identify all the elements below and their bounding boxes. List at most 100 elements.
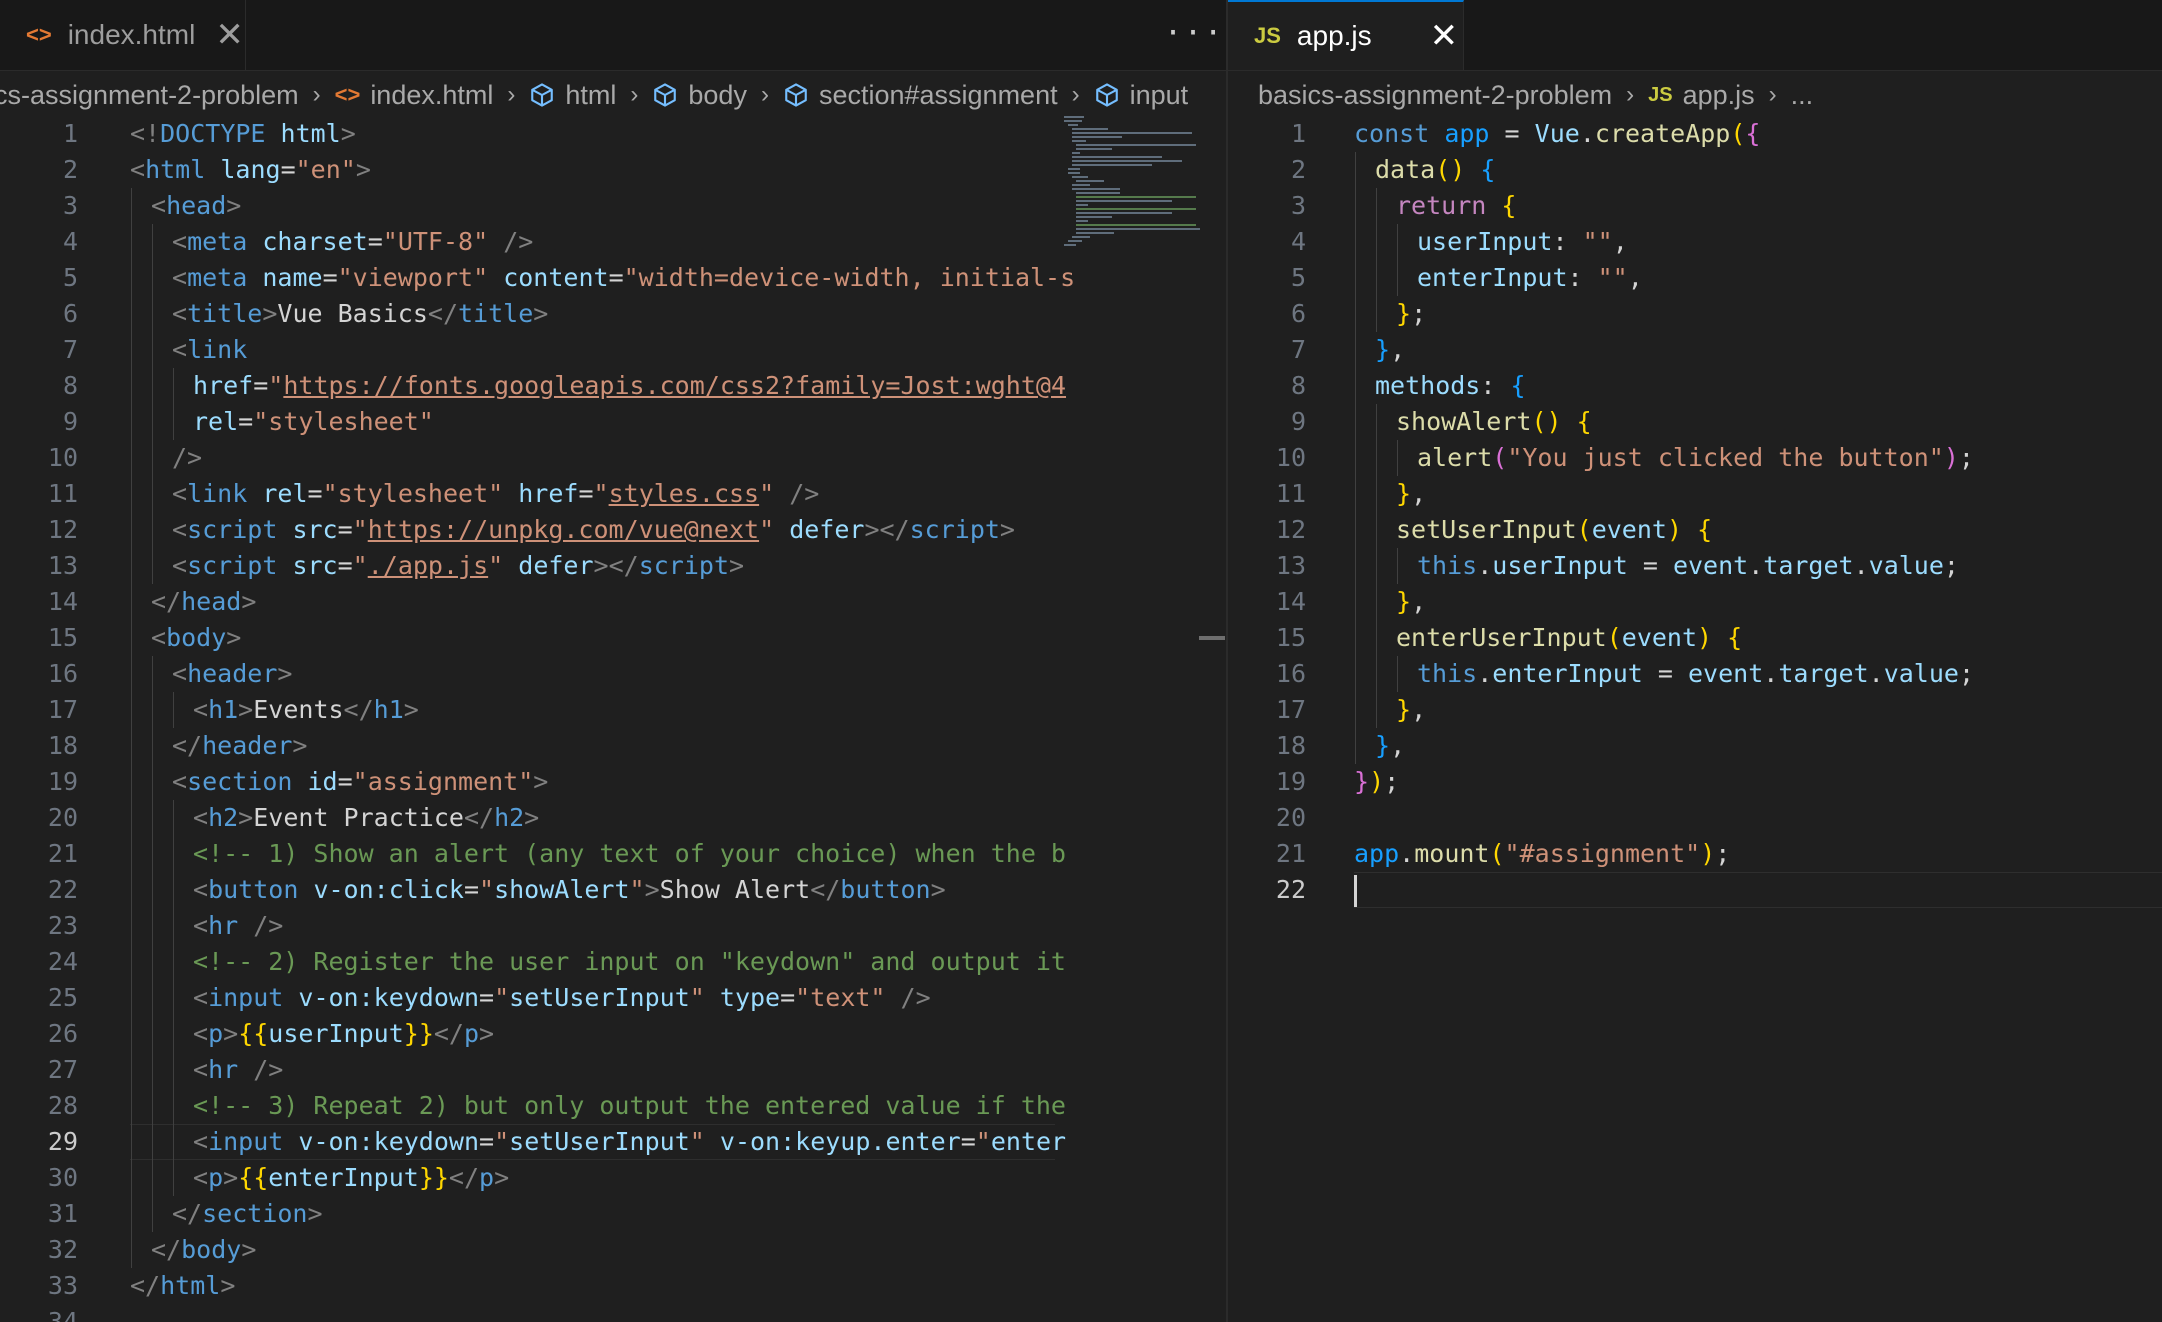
code-text: <h1>Events</h1> — [193, 695, 419, 724]
code-line[interactable]: 25 <input v-on:keydown="setUserInput" typ… — [0, 980, 1056, 1016]
line-number: 30 — [47, 1163, 78, 1192]
code-line[interactable]: 8 methods: { — [1228, 368, 2162, 404]
code-line[interactable]: 11 <link rel="stylesheet" href="styles.cs… — [0, 476, 1056, 512]
code-line[interactable]: 22 — [1228, 872, 2162, 908]
code-line[interactable]: 18}, — [1228, 728, 2162, 764]
code-line[interactable]: 9 rel="stylesheet" — [0, 404, 1056, 440]
code-line[interactable]: 34 — [0, 1304, 1056, 1322]
scrollbar-thumb[interactable] — [1199, 636, 1225, 640]
close-icon[interactable]: ✕ — [215, 18, 244, 52]
code-line[interactable]: 30 <p>{{enterInput}}</p> — [0, 1160, 1056, 1196]
code-line[interactable]: 33 </html> — [0, 1268, 1056, 1304]
code-line[interactable]: 4 <meta charset="UTF-8" /> — [0, 224, 1056, 260]
code-line[interactable]: 17 <h1>Events</h1> — [0, 692, 1056, 728]
code-text: <html lang="en"> — [130, 155, 371, 184]
indent-guide — [152, 476, 153, 512]
code-line[interactable]: 10 /> — [0, 440, 1056, 476]
code-text: }); — [1354, 767, 1400, 796]
indent-guide — [1376, 188, 1377, 224]
indent-guide — [1355, 476, 1356, 512]
indent-guide — [131, 368, 132, 404]
minimap[interactable] — [1060, 114, 1200, 1322]
code-line[interactable]: 11}, — [1228, 476, 2162, 512]
code-line[interactable]: 20 <h2>Event Practice</h2> — [0, 800, 1056, 836]
code-line[interactable]: 32 </body> — [0, 1232, 1056, 1268]
code-line[interactable]: 19 <section id="assignment"> — [0, 764, 1056, 800]
code-text: <meta name="viewport" content="width=dev… — [172, 263, 1076, 292]
indent-guide — [152, 368, 153, 404]
breadcrumb-item[interactable]: cs-assignment-2-problem — [0, 80, 299, 111]
code-line[interactable]: 12 setUserInput(event) { — [1228, 512, 2162, 548]
code-line[interactable]: 23 <hr /> — [0, 908, 1056, 944]
code-line[interactable]: 3 <head> — [0, 188, 1056, 224]
code-line[interactable]: 10 alert("You just clicked the button"); — [1228, 440, 2162, 476]
code-line[interactable]: 19}); — [1228, 764, 2162, 800]
breadcrumb-item[interactable]: ... — [1791, 80, 1814, 111]
code-line[interactable]: 17}, — [1228, 692, 2162, 728]
code-line[interactable]: 15 <body> — [0, 620, 1056, 656]
line-number: 13 — [47, 551, 78, 580]
code-text: <p>{{enterInput}}</p> — [193, 1163, 510, 1192]
code-line[interactable]: 22 <button v-on:click="showAlert">Show Al… — [0, 872, 1056, 908]
code-editor[interactable]: 1 const app = Vue.createApp({2 data() {3 re… — [1228, 116, 2162, 908]
code-line[interactable]: 21 <!-- 1) Show an alert (any text of you… — [0, 836, 1066, 872]
code-line[interactable]: 8 href="https://fonts.googleapis.com/css2… — [0, 368, 1066, 404]
line-number: 18 — [47, 731, 78, 760]
html-file-icon: <> — [26, 22, 52, 47]
code-line[interactable]: 13 <script src="./app.js" defer></script> — [0, 548, 1056, 584]
indent-guide — [1355, 656, 1356, 692]
breadcrumb-item[interactable]: html — [529, 80, 616, 111]
breadcrumb-item[interactable]: body — [652, 80, 747, 111]
code-editor[interactable]: 1 <!DOCTYPE html> 2 <html lang="en"> 3 <head>… — [0, 116, 1075, 1322]
code-line[interactable]: 14}, — [1228, 584, 2162, 620]
code-line[interactable]: 3 return { — [1228, 188, 2162, 224]
code-line[interactable]: 28 <!-- 3) Repeat 2) but only output the … — [0, 1088, 1066, 1124]
indent-guide — [131, 548, 132, 584]
code-line[interactable]: 2 <html lang="en"> — [0, 152, 1056, 188]
code-line[interactable]: 13 this.userInput = event.target.value; — [1228, 548, 2162, 584]
code-line[interactable]: 1 const app = Vue.createApp({ — [1228, 116, 2162, 152]
code-line[interactable]: 6}; — [1228, 296, 2162, 332]
breadcrumb-label: body — [688, 79, 747, 110]
code-line[interactable]: 26 <p>{{userInput}}</p> — [0, 1016, 1056, 1052]
code-line[interactable]: 15 enterUserInput(event) { — [1228, 620, 2162, 656]
code-line[interactable]: 18 </header> — [0, 728, 1056, 764]
indent-guide — [173, 1016, 174, 1052]
tab-app-js[interactable]: JS app.js ✕ — [1228, 0, 1464, 70]
code-line[interactable]: 4 userInput: "", — [1228, 224, 2162, 260]
indent-guide — [152, 296, 153, 332]
code-line[interactable]: 31 </section> — [0, 1196, 1056, 1232]
breadcrumb-item[interactable]: input — [1094, 80, 1188, 111]
code-line[interactable]: 5 enterInput: "", — [1228, 260, 2162, 296]
code-line[interactable]: 29 <input v-on:keydown="setUserInput" v-o… — [0, 1124, 1066, 1160]
tab-index-html[interactable]: <> index.html ✕ — [0, 0, 246, 70]
code-text: </body> — [151, 1235, 257, 1264]
line-number: 32 — [47, 1235, 78, 1264]
code-line[interactable]: 16 <header> — [0, 656, 1056, 692]
breadcrumb-item[interactable]: <> index.html — [335, 80, 494, 111]
breadcrumb-label: cs-assignment-2-problem — [0, 79, 299, 110]
code-line[interactable]: 1 <!DOCTYPE html> — [0, 116, 1056, 152]
code-line[interactable]: 6 <title>Vue Basics</title> — [0, 296, 1056, 332]
indent-guide — [1397, 656, 1398, 692]
indent-guide — [152, 1016, 153, 1052]
breadcrumb-item[interactable]: section#assignment — [783, 80, 1058, 111]
code-line[interactable]: 5 <meta name="viewport" content="width=de… — [0, 260, 1075, 296]
indent-guide — [1397, 440, 1398, 476]
code-line[interactable]: 21 app.mount("#assignment"); — [1228, 836, 2162, 872]
code-line[interactable]: 9 showAlert() { — [1228, 404, 2162, 440]
code-line[interactable]: 2 data() { — [1228, 152, 2162, 188]
breadcrumb-item[interactable]: JS app.js — [1648, 80, 1755, 111]
more-actions-icon[interactable]: ··· — [1164, 16, 1224, 51]
code-line[interactable]: 24 <!-- 2) Register the user input on "ke… — [0, 944, 1066, 980]
code-line[interactable]: 27 <hr /> — [0, 1052, 1056, 1088]
code-line[interactable]: 12 <script src="https://unpkg.com/vue@nex… — [0, 512, 1056, 548]
code-line[interactable]: 16 this.enterInput = event.target.value; — [1228, 656, 2162, 692]
indent-guide — [152, 440, 153, 476]
code-line[interactable]: 14 </head> — [0, 584, 1056, 620]
code-line[interactable]: 20 — [1228, 800, 2162, 836]
close-icon[interactable]: ✕ — [1430, 19, 1459, 53]
code-line[interactable]: 7}, — [1228, 332, 2162, 368]
breadcrumb-item[interactable]: basics-assignment-2-problem — [1258, 80, 1612, 111]
code-line[interactable]: 7 <link — [0, 332, 1056, 368]
